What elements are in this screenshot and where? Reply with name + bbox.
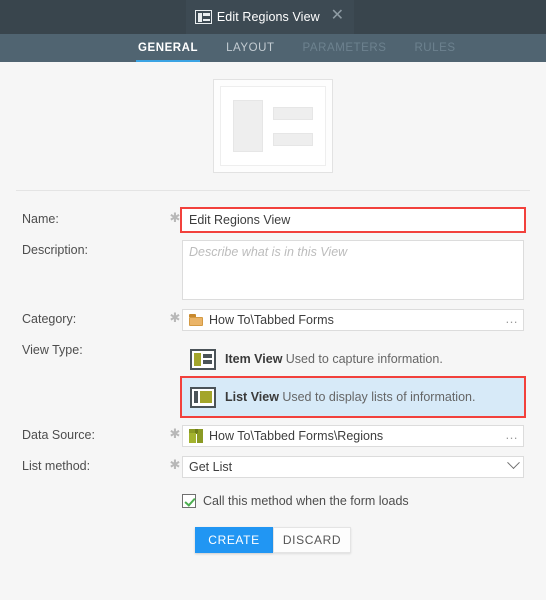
create-button[interactable]: CREATE — [195, 527, 273, 553]
field-row-description: Description: * Describe what is in this … — [22, 240, 524, 300]
item-view-icon — [195, 10, 212, 24]
view-type-options: Item View Used to capture information. L… — [180, 340, 526, 418]
view-type-option-list-view[interactable]: List View Used to display lists of infor… — [180, 376, 526, 418]
discard-button[interactable]: DISCARD — [273, 527, 351, 553]
category-input[interactable]: How To\Tabbed Forms — [182, 309, 524, 331]
preview-block — [233, 100, 263, 152]
description-input[interactable]: Describe what is in this View — [182, 240, 524, 300]
description-label: Description: — [22, 243, 88, 257]
view-preview-area — [0, 62, 546, 190]
item-view-description: Used to capture information. — [285, 351, 443, 366]
call-on-load-field-wrap: Call this method when the form loads — [182, 487, 524, 508]
tab-navigation: GENERAL LAYOUT PARAMETERS RULES — [0, 34, 546, 62]
cube-icon — [189, 429, 203, 443]
window-tab-title: Edit Regions View — [216, 10, 320, 24]
list-method-value: Get List — [189, 460, 233, 474]
name-field-wrap: Edit Regions View — [180, 207, 526, 233]
tab-parameters-label: PARAMETERS — [302, 42, 387, 54]
item-view-icon — [190, 348, 216, 370]
description-placeholder: Describe what is in this View — [189, 245, 348, 259]
field-row-category: Category: ✱ How To\Tabbed Forms … — [22, 309, 524, 331]
tab-general-label: GENERAL — [138, 42, 199, 54]
category-label: Category: — [22, 312, 77, 326]
list-method-field-wrap: Get List — [182, 456, 524, 478]
field-row-name: Name: ✱ Edit Regions View — [22, 207, 526, 233]
view-type-label: View Type: — [22, 343, 83, 357]
list-method-select[interactable]: Get List — [182, 456, 524, 478]
category-browse-button[interactable]: … — [505, 309, 519, 331]
view-properties-form: Name: ✱ Edit Regions View Description: *… — [0, 191, 546, 553]
tab-layout[interactable]: LAYOUT — [212, 34, 288, 62]
data-source-label: Data Source: — [22, 428, 95, 442]
name-label: Name: — [22, 212, 59, 226]
description-field-wrap: Describe what is in this View — [182, 240, 524, 300]
call-on-load-checkbox[interactable] — [182, 494, 196, 508]
data-source-field-wrap: How To\Tabbed Forms\Regions … — [182, 425, 524, 447]
list-method-label: List method: — [22, 459, 91, 473]
list-view-icon — [190, 386, 216, 408]
field-row-call-on-load: * Call this method when the form loads — [22, 487, 524, 509]
list-method-required-marker: ✱ — [169, 457, 181, 472]
tab-general[interactable]: GENERAL — [124, 34, 212, 62]
call-on-load-spacer — [22, 487, 168, 490]
field-row-view-type: View Type: * Item View Used to capture i… — [22, 340, 526, 418]
call-on-load-row[interactable]: Call this method when the form loads — [182, 494, 524, 508]
category-required-marker: ✱ — [169, 310, 181, 325]
data-source-input-value: How To\Tabbed Forms\Regions — [209, 429, 384, 443]
window-tab[interactable]: Edit Regions View ✕ — [186, 0, 354, 34]
list-view-description: Used to display lists of information. — [282, 389, 476, 404]
tab-parameters[interactable]: PARAMETERS — [289, 34, 401, 62]
list-view-title: List View — [225, 389, 279, 404]
tab-rules-label: RULES — [414, 42, 456, 54]
name-input[interactable]: Edit Regions View — [180, 207, 526, 233]
category-field-wrap: How To\Tabbed Forms … — [182, 309, 524, 331]
data-source-required-marker: ✱ — [169, 426, 181, 441]
name-required-marker: ✱ — [169, 210, 181, 225]
view-preview-thumbnail — [213, 79, 333, 173]
view-type-option-item-view[interactable]: Item View Used to capture information. — [182, 340, 524, 378]
category-input-value: How To\Tabbed Forms — [209, 313, 334, 327]
item-view-preview — [220, 86, 326, 166]
list-view-text: List View Used to display lists of infor… — [225, 390, 475, 405]
data-source-browse-button[interactable]: … — [505, 425, 519, 447]
item-view-title: Item View — [225, 351, 283, 366]
item-view-text: Item View Used to capture information. — [225, 352, 443, 367]
window-titlebar: Edit Regions View ✕ — [0, 0, 546, 34]
field-row-data-source: Data Source: ✱ How To\Tabbed Forms\Regio… — [22, 425, 524, 447]
data-source-input[interactable]: How To\Tabbed Forms\Regions — [182, 425, 524, 447]
tab-layout-label: LAYOUT — [226, 42, 275, 54]
preview-bars — [273, 106, 313, 146]
folder-icon — [189, 314, 203, 326]
field-row-list-method: List method: ✱ Get List — [22, 456, 524, 478]
form-actions: CREATE DISCARD — [22, 527, 524, 553]
name-input-value: Edit Regions View — [189, 213, 291, 227]
close-icon[interactable]: ✕ — [327, 8, 346, 26]
tab-rules[interactable]: RULES — [400, 34, 469, 62]
call-on-load-label: Call this method when the form loads — [203, 494, 409, 508]
